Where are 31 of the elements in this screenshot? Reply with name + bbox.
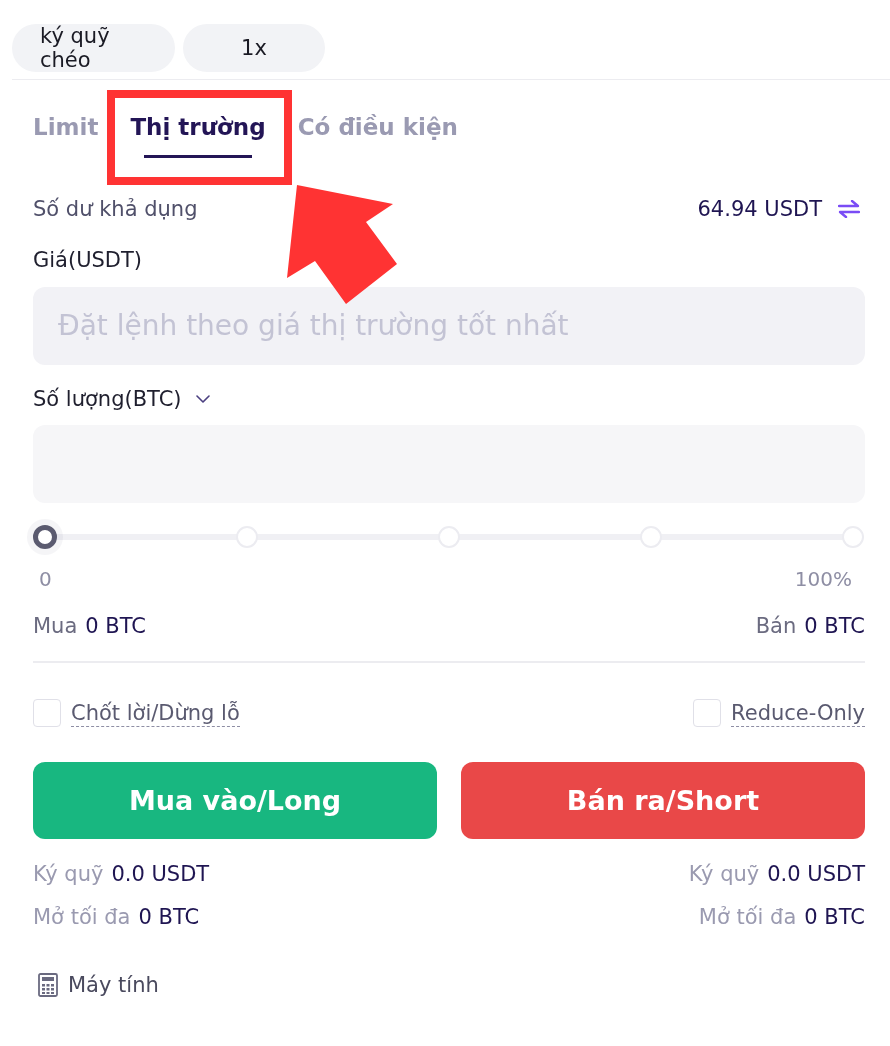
slider-thumb[interactable] — [33, 525, 57, 549]
estimate-value: 0 BTC — [804, 613, 865, 640]
chevron-down-icon[interactable] — [195, 395, 210, 403]
price-label: Giá(USDT) — [33, 247, 143, 274]
balance-label: Số dư khả dụng — [33, 196, 198, 223]
balance-value: 64.94 USDT — [697, 196, 822, 223]
option-label[interactable]: Reduce-Only — [731, 699, 865, 727]
summary-label: Mở tối đa — [698, 904, 797, 931]
swap-icon[interactable] — [838, 200, 860, 218]
sell-short-button[interactable]: Bán ra/Short — [461, 762, 865, 839]
slider-min-label: 0 — [39, 566, 52, 592]
summary-value: 0.0 USDT — [111, 861, 210, 888]
slider-max-label: 100% — [794, 566, 852, 592]
summary-label: Ký quỹ — [33, 861, 104, 888]
estimate-value: 0 BTC — [85, 613, 146, 640]
order-tab[interactable]: Thị trường — [130, 110, 266, 158]
summary-value: 0.0 USDT — [767, 861, 865, 888]
estimate-label: Bán — [755, 613, 797, 640]
calculator-icon[interactable] — [38, 973, 58, 997]
summary-label: Mở tối đa — [33, 904, 131, 931]
summary-value: 0 BTC — [138, 904, 200, 931]
quantity-label: Số lượng(BTC) — [33, 386, 182, 413]
checkbox[interactable] — [693, 699, 722, 727]
option-label[interactable]: Chốt lời/Dừng lỗ — [71, 699, 240, 727]
margin-pill[interactable]: 1x — [183, 24, 325, 72]
calculator-link[interactable]: Máy tính — [68, 971, 159, 999]
margin-pill[interactable]: ký quỹ chéo — [12, 24, 175, 72]
checkbox[interactable] — [33, 699, 61, 727]
summary-label: Ký quỹ — [688, 861, 760, 888]
estimate-label: Mua — [33, 613, 78, 640]
summary-value: 0 BTC — [804, 904, 865, 931]
